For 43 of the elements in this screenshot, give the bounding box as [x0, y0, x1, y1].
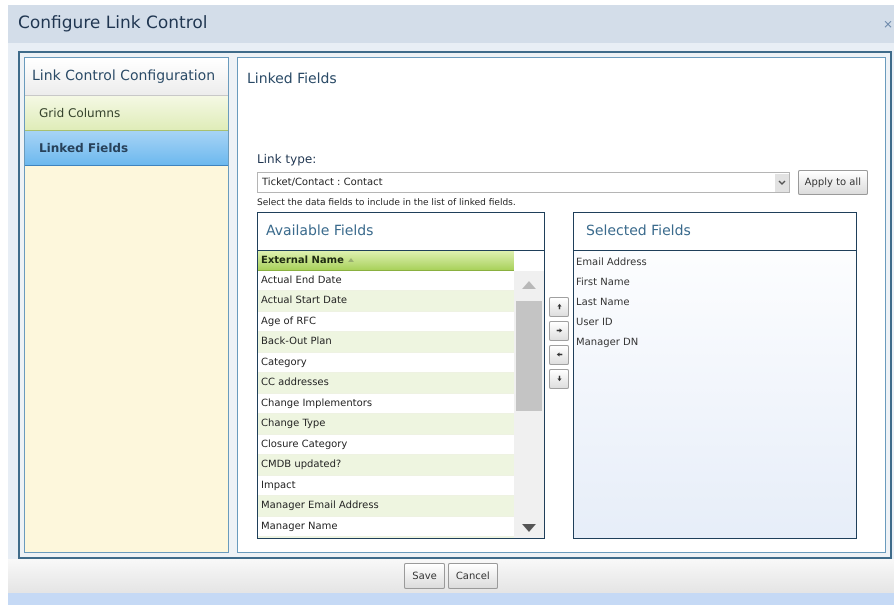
- list-row[interactable]: Manager Name: [258, 516, 514, 537]
- list-row[interactable]: Change Type: [258, 414, 514, 434]
- chevron-down-icon: [774, 174, 789, 192]
- list-row[interactable]: Category: [258, 352, 514, 373]
- list-row[interactable]: Age of RFC: [258, 312, 514, 332]
- scroll-up-icon[interactable]: [522, 280, 536, 288]
- sidebar-item[interactable]: Linked Fields: [25, 131, 228, 166]
- list-row[interactable]: User ID: [574, 312, 856, 332]
- list-row[interactable]: Email Address: [574, 252, 856, 272]
- list-row[interactable]: CC addresses: [258, 373, 514, 394]
- arrow-right-icon: [556, 327, 562, 334]
- remove-button[interactable]: [549, 344, 569, 364]
- list-row[interactable]: Last Name: [574, 292, 856, 312]
- list-row[interactable]: Manager Email Address: [258, 496, 514, 516]
- list-row[interactable]: Change Implementors: [258, 394, 514, 414]
- list-row[interactable]: First Name: [574, 272, 856, 292]
- list-row[interactable]: Actual End Date: [258, 270, 514, 291]
- panel-title: Linked Fields: [247, 70, 338, 89]
- link-type-label: Link type:: [257, 151, 318, 168]
- column-header[interactable]: External Name: [258, 250, 514, 270]
- list-row[interactable]: Closure Category: [258, 434, 514, 455]
- arrow-up-icon: [556, 303, 562, 310]
- save-button[interactable]: Save: [404, 563, 445, 589]
- link-type-dropdown[interactable]: Ticket/Contact : Contact: [257, 172, 790, 193]
- cancel-button[interactable]: Cancel: [448, 563, 498, 589]
- sort-icon: [348, 258, 354, 262]
- arrow-left-icon: [556, 351, 562, 358]
- scrollbar[interactable]: [514, 270, 544, 538]
- add-button[interactable]: [549, 320, 569, 340]
- apply-to-all-button[interactable]: Apply to all: [798, 170, 868, 195]
- window-title: Configure Link Control: [18, 12, 208, 36]
- move-up-button[interactable]: [549, 296, 569, 316]
- instruction-text: Select the data fields to include in the list of linked fields.: [257, 197, 517, 210]
- sidebar-title: Link Control Configuration: [25, 58, 228, 96]
- list-row[interactable]: Manager DN: [574, 332, 856, 352]
- list-row[interactable]: Impact: [258, 476, 514, 496]
- arrow-down-icon: [556, 375, 562, 382]
- list-row[interactable]: CMDB updated?: [258, 455, 514, 476]
- sidebar-item[interactable]: Grid Columns: [25, 96, 228, 131]
- list-row[interactable]: Back-Out Plan: [258, 332, 514, 352]
- move-down-button[interactable]: [549, 368, 569, 388]
- scroll-down-icon[interactable]: [522, 524, 536, 532]
- list-row[interactable]: Actual Start Date: [258, 291, 514, 312]
